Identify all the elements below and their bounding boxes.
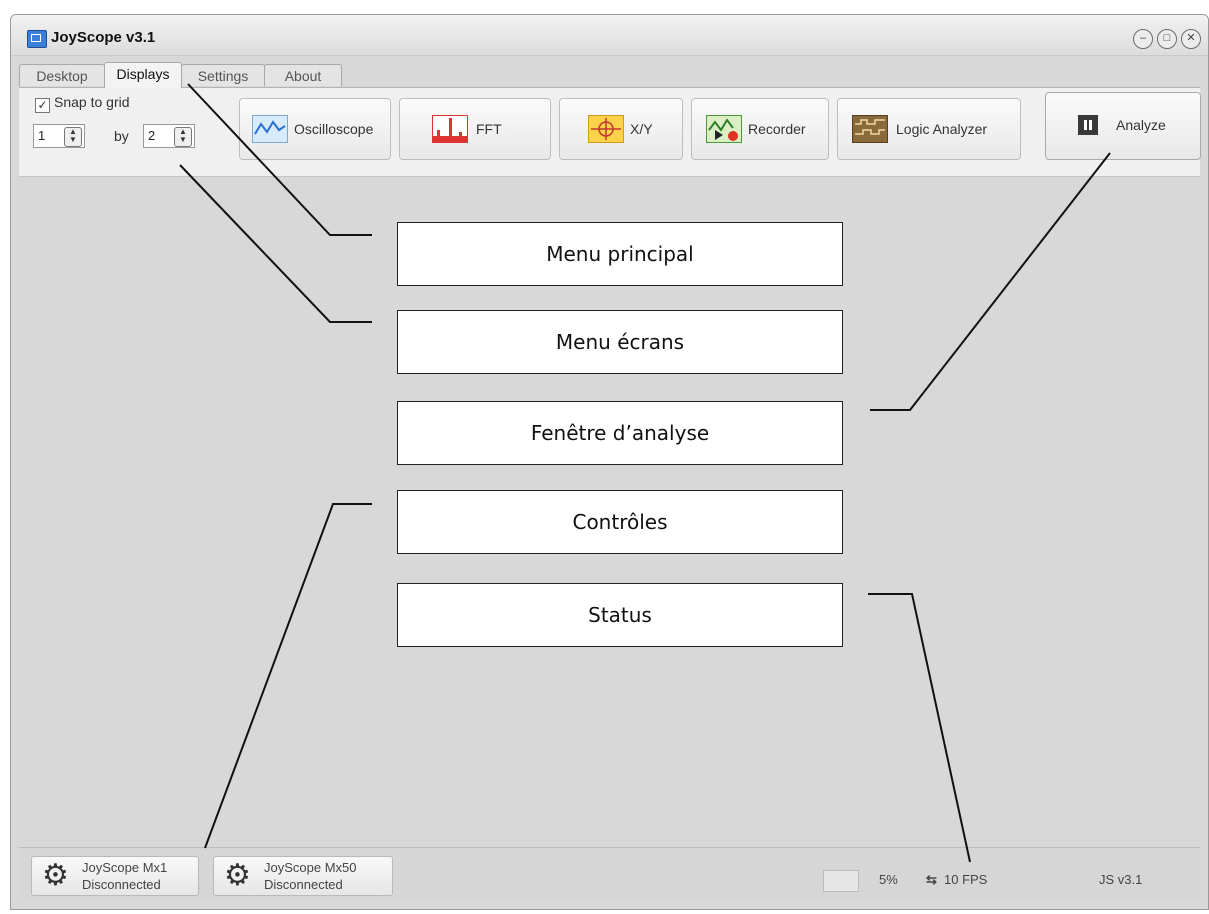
cpu-meter (823, 870, 859, 892)
checkbox-check-icon[interactable]: ✓ (35, 98, 50, 113)
recorder-label: Recorder (748, 121, 806, 137)
tab-desktop[interactable]: Desktop (19, 64, 105, 86)
cpu-usage: 5% (879, 872, 898, 887)
grid-cols-stepper[interactable]: 2 ▲ ▼ (143, 124, 195, 148)
device-name: JoyScope Mx1 (82, 860, 168, 875)
grid-cols-value: 2 (148, 128, 156, 143)
logic-analyzer-button[interactable]: Logic Analyzer (837, 98, 1021, 160)
by-label: by (114, 128, 129, 144)
callout-status: Status (397, 583, 843, 647)
window-title: JoyScope v3.1 (51, 29, 156, 46)
callout-menu-principal: Menu principal (397, 222, 843, 286)
logic-analyzer-icon (852, 115, 888, 143)
callout-controles: Contrôles (397, 490, 843, 554)
tab-displays[interactable]: Displays (104, 62, 182, 88)
close-icon[interactable]: ✕ (1181, 29, 1201, 49)
grid-rows-value: 1 (38, 128, 46, 143)
xy-label: X/Y (630, 121, 653, 137)
fft-label: FFT (476, 121, 502, 137)
device-state: Disconnected (82, 877, 161, 892)
device-mx1-button[interactable]: ⚙ JoyScope Mx1 Disconnected (31, 856, 199, 896)
oscilloscope-button[interactable]: Oscilloscope (239, 98, 391, 160)
fft-icon (432, 115, 468, 143)
fft-button[interactable]: FFT (399, 98, 551, 160)
oscilloscope-label: Oscilloscope (294, 121, 374, 137)
app-logo-icon (27, 30, 47, 48)
minimize-icon[interactable]: – (1133, 29, 1153, 49)
pause-icon (1078, 115, 1098, 135)
snap-label: Snap to grid (54, 94, 130, 110)
device-name: JoyScope Mx50 (264, 860, 357, 875)
callout-fenetre-analyse: Fenêtre d’analyse (397, 401, 843, 465)
recorder-button[interactable]: Recorder (691, 98, 829, 160)
analyze-label: Analyze (1116, 117, 1166, 133)
logic-analyzer-label: Logic Analyzer (896, 121, 988, 137)
gear-icon: ⚙ (42, 859, 69, 892)
updown-arrows-icon[interactable]: ▲ ▼ (64, 127, 82, 147)
analyze-button[interactable]: Analyze (1045, 92, 1201, 160)
fps-readout: 10 FPS (944, 872, 988, 887)
version-label: JS v3.1 (1099, 872, 1143, 887)
tab-about[interactable]: About (264, 64, 342, 86)
recorder-icon (706, 115, 742, 143)
displays-toolbar: ✓ Snap to grid 1 ▲ ▼ by 2 ▲ ▼ Oscilloscope … (19, 87, 1201, 177)
device-mx50-button[interactable]: ⚙ JoyScope Mx50 Disconnected (213, 856, 393, 896)
updown-arrows-icon[interactable]: ▲ ▼ (174, 127, 192, 147)
status-bar: ⚙ JoyScope Mx1 Disconnected ⚙ JoyScope M… (19, 847, 1200, 901)
callout-menu-ecrans: Menu écrans (397, 310, 843, 374)
grid-rows-stepper[interactable]: 1 ▲ ▼ (33, 124, 85, 148)
xy-plot-icon (588, 115, 624, 143)
refresh-icon: ⇆ (926, 872, 937, 887)
snap-to-grid-checkbox[interactable]: ✓ Snap to grid (35, 94, 130, 113)
xy-button[interactable]: X/Y (559, 98, 683, 160)
oscilloscope-icon (252, 115, 288, 143)
device-state: Disconnected (264, 877, 343, 892)
gear-icon: ⚙ (224, 859, 251, 892)
maximize-icon[interactable]: □ (1157, 29, 1177, 49)
title-bar[interactable]: JoyScope v3.1 – □ ✕ (11, 15, 1208, 56)
tab-settings[interactable]: Settings (181, 64, 265, 86)
